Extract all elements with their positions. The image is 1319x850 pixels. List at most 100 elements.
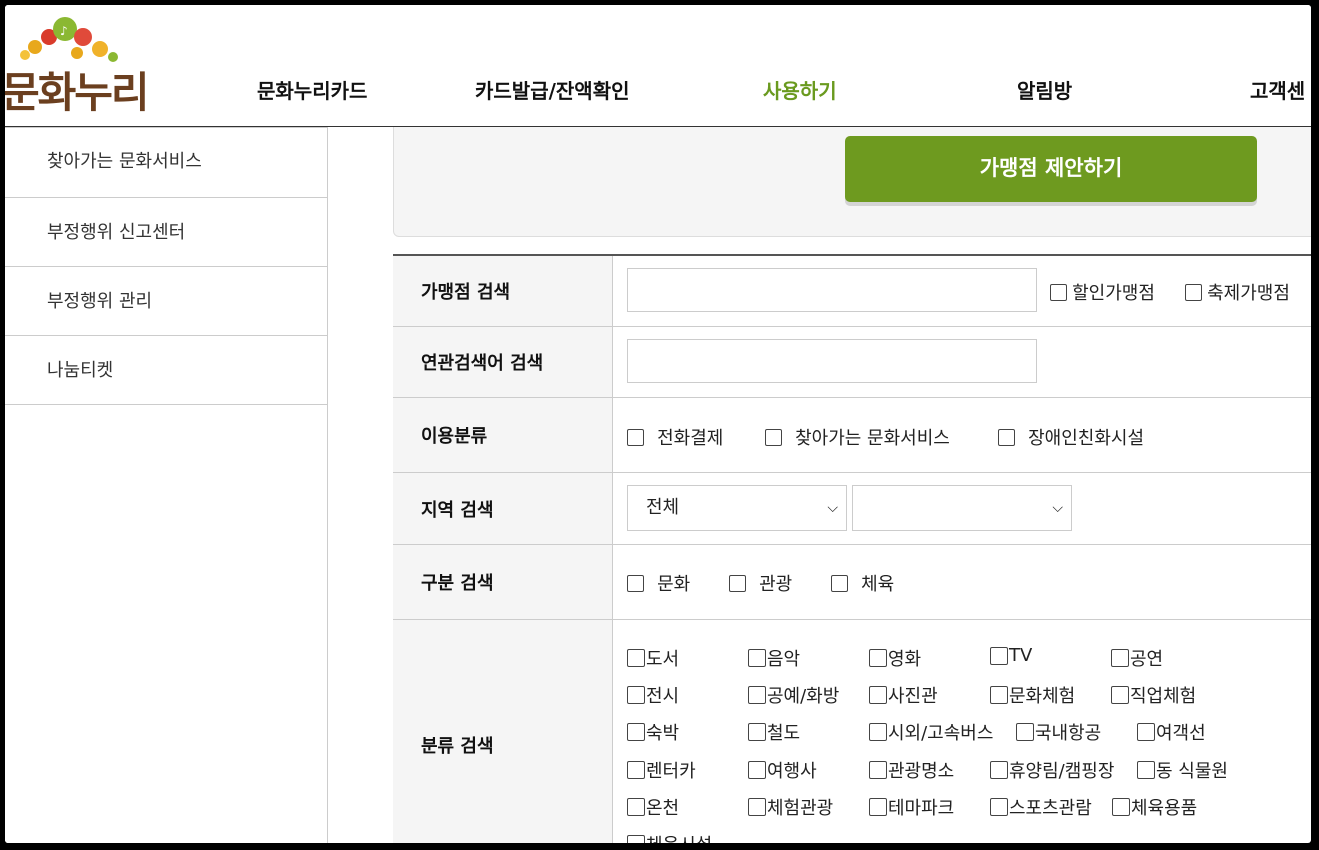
phone-payment-label: 전화결제 [657, 428, 724, 449]
category-option[interactable]: 공연 [1111, 645, 1163, 671]
category-label: 스포츠관람 [1009, 798, 1092, 819]
category-checkbox[interactable] [869, 649, 887, 667]
category-checkbox[interactable] [627, 761, 645, 779]
category-option[interactable]: 동 식물원 [1137, 757, 1228, 783]
nav-culture-card[interactable]: 문화누리카드 [257, 75, 367, 104]
category-option[interactable]: 철도 [748, 719, 800, 745]
category-option[interactable]: 체육용품 [1112, 794, 1197, 820]
nav-usage[interactable]: 사용하기 [763, 75, 837, 104]
category-checkbox[interactable] [990, 646, 1008, 665]
category-option[interactable]: 휴양림/캠핑장 [990, 757, 1114, 783]
category-search-label: 분류 검색 [393, 620, 613, 843]
category-checkbox[interactable] [869, 723, 887, 741]
category-checkbox[interactable] [1016, 723, 1034, 741]
category-option[interactable]: 체육시설 [627, 831, 712, 843]
category-option[interactable]: 사진관 [869, 682, 938, 708]
category-option[interactable]: 공예/화방 [748, 682, 839, 708]
category-checkbox[interactable] [1137, 761, 1155, 779]
category-label: 국내항공 [1035, 723, 1102, 744]
category-checkbox[interactable] [990, 798, 1008, 816]
category-option[interactable]: 국내항공 [1016, 719, 1101, 745]
browser-frame: ♪ 문화누리 문화누리카드 카드발급/잔액확인 사용하기 알림방 고객센 찾아가… [5, 5, 1311, 843]
category-checkbox[interactable] [1111, 686, 1129, 704]
discount-store-checkbox[interactable] [1050, 283, 1067, 301]
nav-notice[interactable]: 알림방 [1017, 75, 1072, 104]
logo-decoration-icon: ♪ [20, 17, 118, 62]
category-option[interactable]: 전시 [627, 682, 679, 708]
category-label: 온천 [646, 798, 680, 819]
category-label: 영화 [888, 649, 922, 670]
category-checkbox[interactable] [748, 798, 766, 816]
category-option[interactable]: 음악 [748, 645, 800, 671]
festival-store-label: 축제가맹점 [1207, 283, 1290, 304]
category-label: 문화체험 [1009, 686, 1076, 707]
category-option[interactable]: 숙박 [627, 719, 679, 745]
search-row-category: 분류 검색 도서 음악 영화 TV 공연전시 공예/화방 사진관 문화체험 직업체험숙박 철도 시외… [393, 620, 1311, 843]
category-checkbox[interactable] [627, 798, 645, 816]
category-checkbox[interactable] [748, 761, 766, 779]
region-select-primary[interactable]: 전체 ⌵ [627, 485, 847, 531]
category-label: 공연 [1130, 649, 1164, 670]
category-option[interactable]: 온천 [627, 794, 679, 820]
disabled-friendly-label: 장애인친화시설 [1028, 428, 1145, 449]
phone-payment-checkbox[interactable] [627, 428, 644, 446]
category-option[interactable]: 스포츠관람 [990, 794, 1092, 820]
category-checkbox[interactable] [990, 761, 1008, 779]
sidebar-item-visiting-service[interactable]: 찾아가는 문화서비스 [5, 127, 327, 198]
category-checkbox[interactable] [748, 649, 766, 667]
category-option[interactable]: 도서 [627, 645, 679, 671]
sports-label: 체육 [861, 574, 895, 595]
category-option[interactable]: 문화체험 [990, 682, 1075, 708]
category-checkbox[interactable] [748, 723, 766, 741]
store-search-input[interactable] [627, 268, 1037, 312]
search-form: 가맹점 검색 할인가맹점 축제가맹점 연관검색어 검색 이용분류 전화결제 찾아… [393, 254, 1311, 843]
category-checkbox[interactable] [748, 686, 766, 704]
chevron-down-icon: ⌵ [827, 500, 838, 516]
category-option[interactable]: 직업체험 [1111, 682, 1196, 708]
site-logo[interactable]: ♪ 문화누리 [5, 7, 165, 117]
tourism-checkbox[interactable] [729, 574, 746, 592]
category-checkbox[interactable] [627, 649, 645, 667]
festival-store-checkbox[interactable] [1185, 283, 1202, 301]
sports-checkbox[interactable] [831, 574, 848, 592]
culture-checkbox[interactable] [627, 574, 644, 592]
category-option[interactable]: 영화 [869, 645, 921, 671]
nav-card-issue[interactable]: 카드발급/잔액확인 [475, 75, 630, 104]
category-label: 도서 [646, 649, 680, 670]
sidebar-item-fraud-manage[interactable]: 부정행위 관리 [5, 267, 327, 336]
category-option[interactable]: 여객선 [1137, 719, 1206, 745]
category-label: 동 식물원 [1156, 761, 1228, 782]
category-checkbox[interactable] [1111, 649, 1129, 667]
category-checkbox[interactable] [1137, 723, 1155, 741]
category-option[interactable]: 체험관광 [748, 794, 833, 820]
region-select-secondary[interactable]: ⌵ [852, 485, 1072, 531]
category-checkbox[interactable] [627, 835, 645, 843]
category-checkbox[interactable] [869, 798, 887, 816]
related-search-input[interactable] [627, 339, 1037, 383]
sidebar-item-fraud-report[interactable]: 부정행위 신고센터 [5, 198, 327, 267]
category-option[interactable]: TV [990, 645, 1032, 666]
visiting-service-checkbox[interactable] [765, 428, 782, 446]
division-search-label: 구분 검색 [393, 545, 613, 619]
suggest-store-button[interactable]: 가맹점 제안하기 [845, 136, 1257, 202]
nav-customer-center[interactable]: 고객센 [1250, 75, 1305, 104]
category-option[interactable]: 렌터카 [627, 757, 696, 783]
logo-text: 문화누리 [5, 68, 150, 117]
region-select-primary-value: 전체 [646, 497, 680, 518]
category-checkbox[interactable] [869, 761, 887, 779]
category-checkbox[interactable] [627, 686, 645, 704]
category-checkbox[interactable] [869, 686, 887, 704]
sidebar-item-share-ticket[interactable]: 나눔티켓 [5, 336, 327, 405]
category-label: 체육시설 [646, 835, 712, 843]
category-option[interactable]: 관광명소 [869, 757, 954, 783]
category-checkbox[interactable] [990, 686, 1008, 704]
category-option[interactable]: 시외/고속버스 [869, 719, 993, 745]
disabled-friendly-checkbox[interactable] [998, 428, 1015, 446]
category-label: 직업체험 [1130, 686, 1197, 707]
category-option[interactable]: 여행사 [748, 757, 817, 783]
category-option[interactable]: 테마파크 [869, 794, 954, 820]
category-checkbox[interactable] [1112, 798, 1130, 816]
related-search-label: 연관검색어 검색 [393, 327, 613, 397]
store-search-label: 가맹점 검색 [393, 256, 613, 326]
category-checkbox[interactable] [627, 723, 645, 741]
